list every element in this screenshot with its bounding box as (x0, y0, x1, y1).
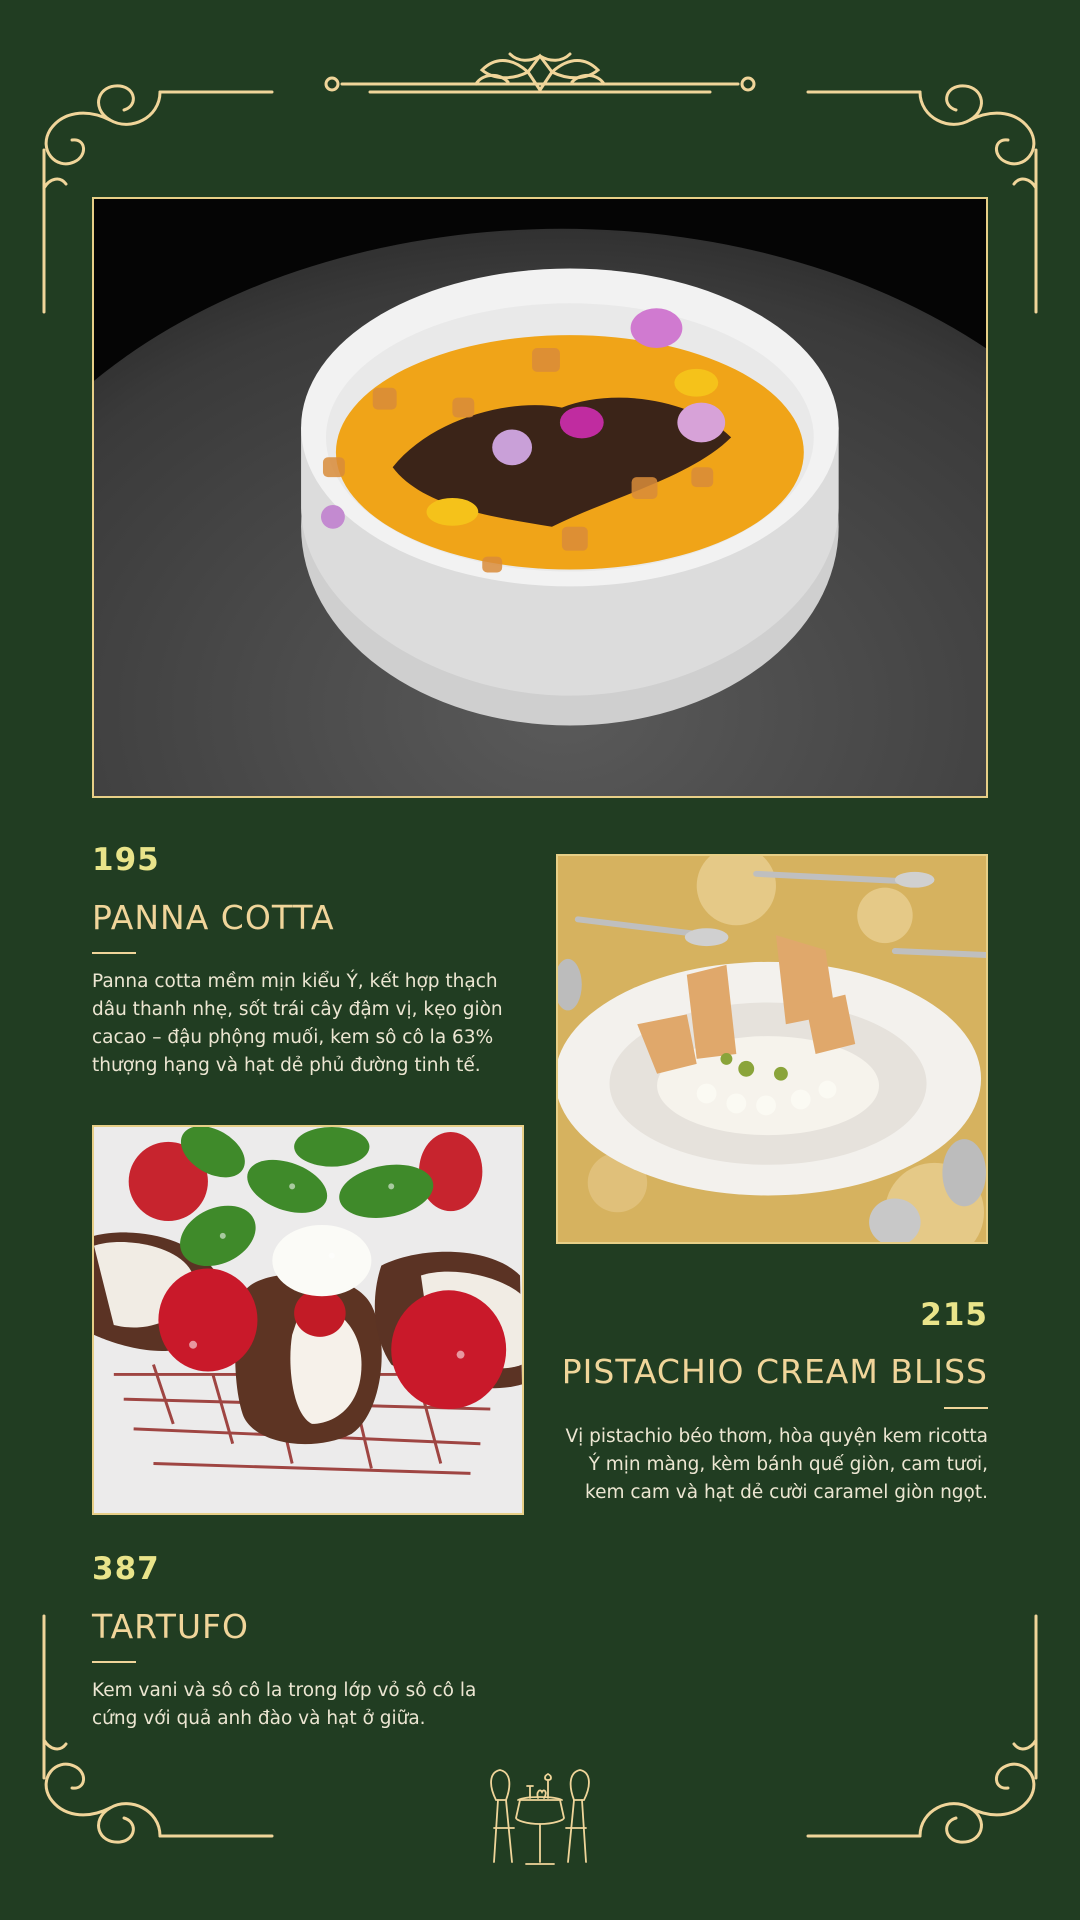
corner-scroll-bottom-right (806, 1614, 1038, 1844)
item-3-description: Kem vani và sô cô la trong lớp vỏ sô cô … (92, 1680, 477, 1729)
item-2-description: Vị pistachio béo thơm, hòa quyện kem ric… (565, 1426, 988, 1503)
tartufo-photo (92, 1125, 524, 1515)
item-3-name: TARTUFO (92, 1607, 249, 1646)
item-1-name: PANNA COTTA (92, 898, 335, 937)
item-3-price: 387 (92, 1551, 160, 1587)
item-2-divider (944, 1407, 988, 1409)
panna-cotta-photo (92, 197, 988, 798)
top-center-flourish (324, 52, 756, 94)
item-2-price: 215 (920, 1297, 988, 1333)
bottom-dining-table-icon (490, 1769, 590, 1865)
item-2-name: PISTACHIO CREAM BLISS (561, 1352, 988, 1391)
item-3-divider (92, 1661, 136, 1663)
pistachio-cream-bliss-photo (556, 854, 988, 1244)
item-1-divider (92, 952, 136, 954)
item-1-price: 195 (92, 842, 160, 878)
item-1-description: Panna cotta mềm mịn kiểu Ý, kết hợp thạc… (92, 971, 503, 1076)
